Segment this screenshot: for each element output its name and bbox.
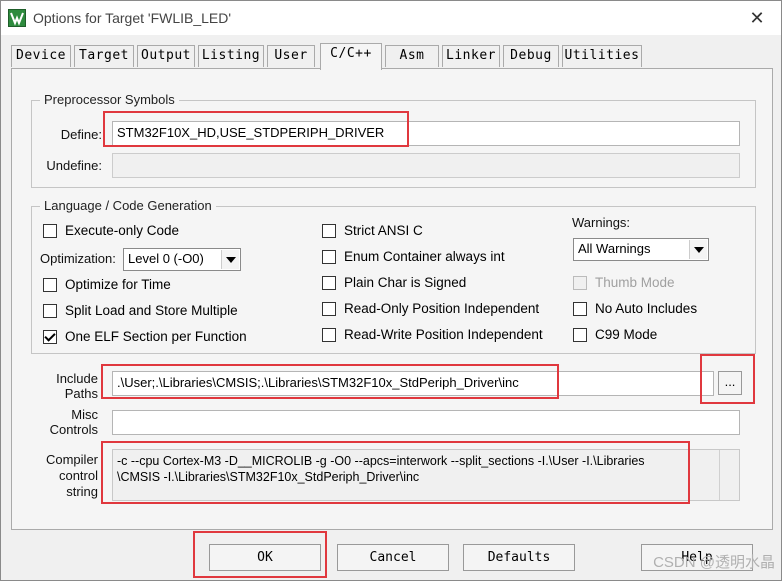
compiler-control-string[interactable]: -c --cpu Cortex-M3 -D__MICROLIB -g -O0 -… (112, 449, 740, 501)
enum-container-box (322, 249, 336, 264)
tab-device[interactable]: Device (11, 45, 71, 67)
split-load-checkbox[interactable]: Split Load and Store Multiple (43, 303, 238, 318)
defaults-button[interactable]: Defaults (463, 544, 575, 571)
preprocessor-group-title: Preprocessor Symbols (40, 92, 179, 107)
tab-linker[interactable]: Linker (442, 45, 500, 67)
include-label-line1: Include (56, 371, 98, 386)
undefine-label: Undefine: (46, 158, 102, 173)
keil-app-icon (8, 9, 26, 27)
misc-label-line1: Misc (71, 407, 98, 422)
include-paths-input[interactable]: .\User;.\Libraries\CMSIS;.\Libraries\STM… (112, 371, 714, 396)
c99-mode-checkbox[interactable]: C99 Mode (573, 327, 657, 342)
split-load-box (43, 303, 57, 318)
misc-controls-label: Misc Controls (36, 407, 98, 437)
compiler-label-line3: string (66, 484, 98, 499)
ro-position-label: Read-Only Position Independent (344, 301, 540, 316)
title-bar: Options for Target 'FWLIB_LED' ✕ (1, 1, 781, 35)
optimization-value: Level 0 (-O0) (128, 251, 204, 266)
enum-container-checkbox[interactable]: Enum Container always int (322, 249, 505, 264)
one-elf-checkbox[interactable]: One ELF Section per Function (43, 329, 247, 344)
warnings-label: Warnings: (572, 215, 631, 230)
compiler-scrollbar[interactable] (719, 450, 739, 500)
window-title: Options for Target 'FWLIB_LED' (33, 10, 232, 26)
ro-position-box (322, 301, 336, 316)
optimization-select[interactable]: Level 0 (-O0) (123, 248, 241, 271)
cancel-button[interactable]: Cancel (337, 544, 449, 571)
include-label-line2: Paths (64, 386, 98, 401)
plain-char-label: Plain Char is Signed (344, 275, 467, 290)
strict-ansi-checkbox[interactable]: Strict ANSI C (322, 223, 423, 238)
optimize-time-label: Optimize for Time (65, 277, 171, 292)
tab-target[interactable]: Target (74, 45, 134, 67)
include-paths-label: Include Paths (36, 371, 98, 401)
rw-position-label: Read-Write Position Independent (344, 327, 543, 342)
chevron-down-icon[interactable] (689, 240, 707, 259)
ro-position-checkbox[interactable]: Read-Only Position Independent (322, 301, 539, 316)
compiler-label-line1: Compiler (45, 452, 98, 467)
undefine-input[interactable] (112, 153, 740, 178)
tab-listing[interactable]: Listing (198, 45, 264, 67)
warnings-select[interactable]: All Warnings (573, 238, 709, 261)
options-dialog: Options for Target 'FWLIB_LED' ✕ Device … (0, 0, 782, 581)
tab-user[interactable]: User (267, 45, 315, 67)
no-auto-includes-checkbox[interactable]: No Auto Includes (573, 301, 697, 316)
tab-output[interactable]: Output (137, 45, 195, 67)
thumb-mode-box (573, 275, 587, 290)
c99-mode-label: C99 Mode (595, 327, 658, 342)
no-auto-includes-label: No Auto Includes (595, 301, 698, 316)
language-group-title: Language / Code Generation (40, 198, 216, 213)
split-load-label: Split Load and Store Multiple (65, 303, 238, 318)
misc-controls-input[interactable] (112, 410, 740, 435)
ok-button[interactable]: OK (209, 544, 321, 571)
strict-ansi-label: Strict ANSI C (344, 223, 423, 238)
optimize-time-box (43, 277, 57, 292)
tab-cc[interactable]: C/C++ (320, 43, 382, 70)
compiler-string-line2: \CMSIS -I.\Libraries\STM32F10x_StdPeriph… (117, 470, 420, 484)
compiler-string-line1: -c --cpu Cortex-M3 -D__MICROLIB -g -O0 -… (117, 454, 645, 468)
execute-only-label: Execute-only Code (65, 223, 180, 238)
cc-options-panel: Preprocessor Symbols Define: STM32F10X_H… (11, 68, 773, 530)
plain-char-box (322, 275, 336, 290)
chevron-down-icon[interactable] (221, 250, 239, 269)
thumb-mode-checkbox: Thumb Mode (573, 275, 675, 290)
tab-utilities[interactable]: Utilities (562, 45, 642, 67)
compiler-control-label: Compiler control string (36, 452, 98, 500)
optimization-label: Optimization: (40, 251, 116, 266)
execute-only-checkbox[interactable]: Execute-only Code (43, 223, 179, 238)
no-auto-includes-box (573, 301, 587, 316)
execute-only-box (43, 223, 57, 238)
compiler-label-line2: control (58, 468, 98, 483)
one-elf-box (43, 329, 57, 344)
include-browse-button[interactable]: ... (718, 371, 742, 395)
tab-asm[interactable]: Asm (385, 45, 439, 67)
tab-debug[interactable]: Debug (503, 45, 559, 67)
define-input[interactable]: STM32F10X_HD,USE_STDPERIPH_DRIVER (112, 121, 740, 146)
rw-position-box (322, 327, 336, 342)
csdn-watermark: CSDN @透明水晶 (653, 554, 775, 571)
one-elf-label: One ELF Section per Function (65, 329, 247, 344)
c99-mode-box (573, 327, 587, 342)
rw-position-checkbox[interactable]: Read-Write Position Independent (322, 327, 543, 342)
thumb-mode-label: Thumb Mode (595, 275, 675, 290)
plain-char-checkbox[interactable]: Plain Char is Signed (322, 275, 466, 290)
strict-ansi-box (322, 223, 336, 238)
define-label: Define: (60, 127, 102, 142)
misc-label-line2: Controls (49, 422, 98, 437)
enum-container-label: Enum Container always int (344, 249, 505, 264)
optimize-time-checkbox[interactable]: Optimize for Time (43, 277, 171, 292)
close-button[interactable]: ✕ (737, 3, 777, 33)
warnings-value: All Warnings (578, 241, 651, 256)
